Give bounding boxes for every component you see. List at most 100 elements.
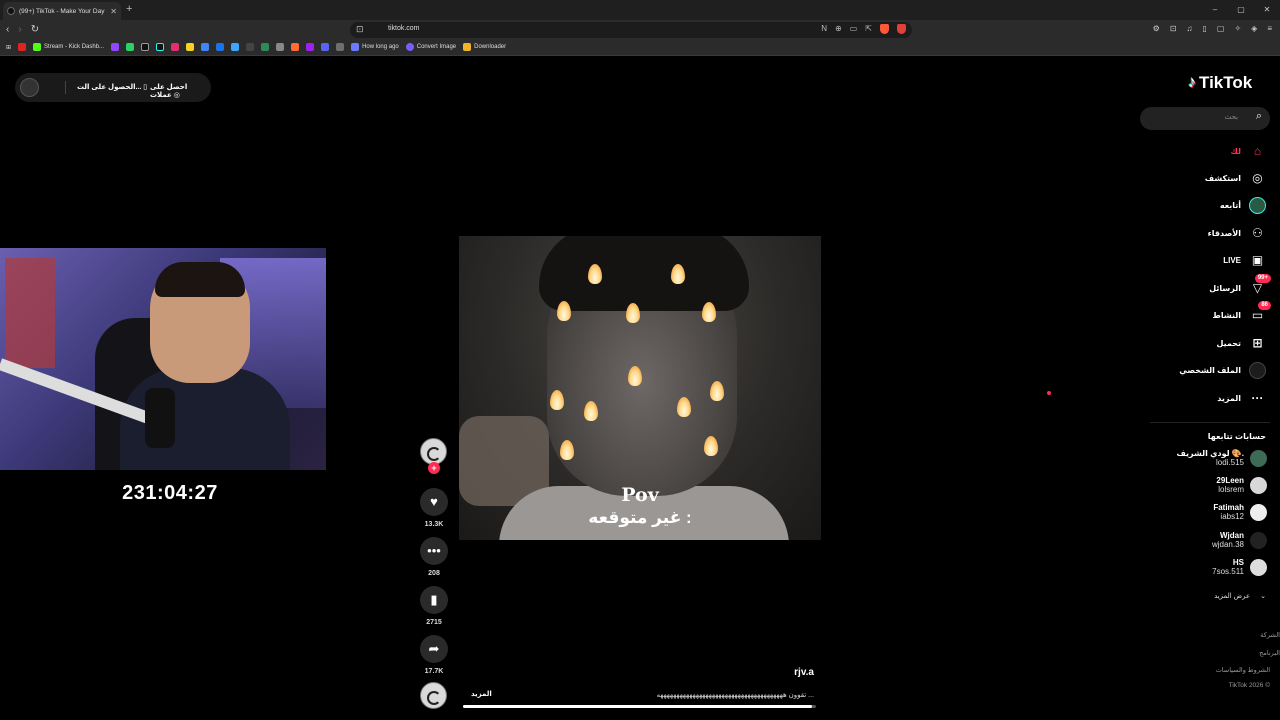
sidebar-icon[interactable]: ▯ bbox=[1203, 24, 1207, 33]
x-icon[interactable] bbox=[141, 43, 150, 51]
flame-icon bbox=[560, 440, 574, 460]
flame-icon bbox=[550, 390, 564, 410]
video-author[interactable]: rjv.a bbox=[760, 667, 814, 678]
bookmark-icon-4[interactable] bbox=[246, 43, 255, 51]
get-app-label: الحصول على الت... bbox=[77, 84, 142, 91]
new-tab-button[interactable]: + bbox=[126, 3, 132, 15]
get-coins-button[interactable]: احصل على عملات ◎ bbox=[150, 83, 211, 99]
download-icon bbox=[463, 43, 472, 51]
nav-label: تحميل bbox=[1216, 339, 1241, 348]
footer-link-terms[interactable]: الشروط والسياسات bbox=[1216, 666, 1270, 674]
nav-following[interactable]: أتابعه bbox=[1220, 197, 1266, 214]
see-more-accounts-button[interactable]: عرض المزيد ⌄ bbox=[1214, 592, 1266, 600]
nav-for-you[interactable]: لك ⌂ bbox=[1231, 143, 1266, 160]
video-player[interactable]: Pov غير متوقعه : bbox=[459, 236, 821, 540]
tiktok-logo[interactable]: ♪ TikTok bbox=[1188, 73, 1252, 93]
save-button[interactable]: ▮ bbox=[420, 586, 448, 614]
bookmark-icon-9[interactable] bbox=[336, 43, 345, 51]
footer-link-company[interactable]: الشركة bbox=[1260, 631, 1280, 639]
footer-link-program[interactable]: البرنامج bbox=[1259, 649, 1280, 657]
like-button[interactable]: ♥ bbox=[420, 488, 448, 516]
rewards-icon[interactable] bbox=[897, 24, 906, 34]
nav-live[interactable]: LIVE ▣ bbox=[1223, 252, 1266, 269]
nav-upload[interactable]: تحميل ⊞ bbox=[1216, 335, 1266, 352]
nav-more[interactable]: المزيد ··· bbox=[1217, 390, 1266, 407]
get-app-button[interactable]: الحصول على الت... ▯ bbox=[77, 83, 147, 91]
search-icon[interactable]: ⌕ bbox=[1256, 110, 1262, 123]
bookmark-how-long-ago[interactable]: How long ago bbox=[351, 43, 399, 51]
forward-icon[interactable]: › bbox=[18, 24, 21, 36]
snapchat-icon[interactable] bbox=[186, 43, 195, 51]
whatsapp-icon[interactable] bbox=[126, 43, 135, 51]
address-bar[interactable]: ⊡ tiktok.com N ⊕ ▭ ⇱ bbox=[350, 22, 912, 38]
follow-plus-button[interactable]: + bbox=[428, 462, 440, 474]
sound-avatar[interactable] bbox=[420, 682, 447, 709]
minimize-button[interactable]: – bbox=[1202, 0, 1228, 20]
brave-shield-icon[interactable] bbox=[880, 24, 889, 34]
cast-icon[interactable]: ▭ bbox=[850, 24, 858, 34]
bookmark-icon-3[interactable] bbox=[231, 43, 240, 51]
nav-messages[interactable]: الرسائل ▽ 99+ bbox=[1209, 274, 1271, 297]
screenshot-icon[interactable]: ⊡ bbox=[1170, 24, 1177, 33]
music-icon[interactable]: ♫ bbox=[1187, 24, 1193, 33]
get-app-banner: الحصول على الت... ▯ احصل على عملات ◎ bbox=[15, 73, 211, 102]
share-button[interactable]: ➦ bbox=[420, 635, 448, 663]
nav-explore[interactable]: استكشف ◎ bbox=[1205, 170, 1266, 187]
bookmark-icon-8[interactable] bbox=[306, 43, 315, 51]
activity-badge: 86 bbox=[1258, 301, 1271, 310]
youtube-icon[interactable] bbox=[18, 43, 27, 51]
bookmark-kick[interactable]: Stream - Kick Dashb... bbox=[33, 43, 104, 51]
docs-icon[interactable] bbox=[201, 43, 210, 51]
following-account[interactable]: 29Leen lolsrem bbox=[1216, 476, 1267, 494]
flame-icon bbox=[677, 397, 691, 417]
nav-label: استكشف bbox=[1204, 174, 1241, 183]
nav-activity[interactable]: النشاط ▭ 86 bbox=[1213, 301, 1271, 324]
bookmark-convert-image[interactable]: Convert Image bbox=[405, 43, 456, 51]
creator-avatar[interactable] bbox=[420, 438, 447, 465]
browser-tab[interactable]: (99+) TikTok - Make Your Day ✕ bbox=[3, 2, 121, 20]
extension-icon[interactable]: ⚙ bbox=[1153, 24, 1160, 33]
close-tab-icon[interactable]: ✕ bbox=[110, 7, 117, 16]
discord-icon[interactable] bbox=[321, 43, 330, 51]
instagram-icon[interactable] bbox=[171, 43, 180, 51]
bookmark-icon-5[interactable] bbox=[261, 43, 270, 51]
account-username: iabs12 bbox=[1220, 512, 1244, 521]
tiktok-icon[interactable] bbox=[156, 43, 165, 51]
search-input[interactable]: بحث ⌕ bbox=[1140, 107, 1270, 130]
bookmark-icon-2[interactable] bbox=[216, 43, 225, 51]
nav-friends[interactable]: الأصدقاء ⚇ bbox=[1208, 225, 1266, 242]
vpn-icon[interactable]: ◈ bbox=[1251, 24, 1257, 33]
back-icon[interactable]: ‹ bbox=[6, 24, 9, 36]
see-more-link[interactable]: المزيد bbox=[471, 690, 492, 698]
tabs-icon[interactable]: ▢ bbox=[1217, 24, 1225, 33]
browser-toolbar: ‹ › ↻ ⊡ tiktok.com N ⊕ ▭ ⇱ ⚙ ⊡ ♫ ▯ ▢ ✧ ◈… bbox=[0, 20, 1280, 40]
close-window-button[interactable]: ✕ bbox=[1254, 0, 1280, 20]
video-progress-bar[interactable] bbox=[463, 705, 816, 708]
puzzle-icon[interactable]: ✧ bbox=[1234, 24, 1241, 33]
messages-icon: ▽ 99+ bbox=[1249, 274, 1271, 297]
footer-copyright: TikTok 2026 © bbox=[1228, 682, 1270, 689]
bookmark-downloader[interactable]: Downloader bbox=[463, 43, 506, 51]
following-account[interactable]: Wjdan wjdan.38 bbox=[1212, 531, 1267, 549]
apps-grid-icon[interactable]: ⊞ bbox=[6, 44, 11, 51]
following-account[interactable]: HS 7sos.511 bbox=[1212, 558, 1267, 576]
zoom-icon[interactable]: ⊕ bbox=[835, 24, 842, 34]
account-username: wjdan.38 bbox=[1211, 540, 1244, 549]
video-hair bbox=[539, 236, 749, 311]
following-account[interactable]: لودي الشريف 🎨. lodi.515 bbox=[1177, 449, 1267, 467]
translate-icon[interactable]: N bbox=[821, 24, 827, 34]
bookmark-icon-7[interactable] bbox=[291, 43, 300, 51]
bookmark-icon-6[interactable] bbox=[276, 43, 285, 51]
url-text[interactable]: tiktok.com bbox=[388, 25, 420, 32]
comment-button[interactable]: ••• bbox=[420, 537, 448, 565]
avatar[interactable] bbox=[20, 78, 39, 97]
maximize-button[interactable]: ▢ bbox=[1228, 0, 1254, 20]
share-icon[interactable]: ⇱ bbox=[865, 24, 872, 34]
reload-icon[interactable]: ↻ bbox=[31, 24, 39, 36]
twitch-icon[interactable] bbox=[111, 43, 120, 51]
nav-profile[interactable]: الملف الشخصي bbox=[1179, 362, 1266, 379]
bookmark-icon[interactable]: ⊡ bbox=[356, 24, 364, 35]
divider bbox=[65, 81, 66, 94]
following-account[interactable]: Fatimah iabs12 bbox=[1213, 503, 1267, 521]
menu-icon[interactable]: ≡ bbox=[1267, 24, 1272, 33]
